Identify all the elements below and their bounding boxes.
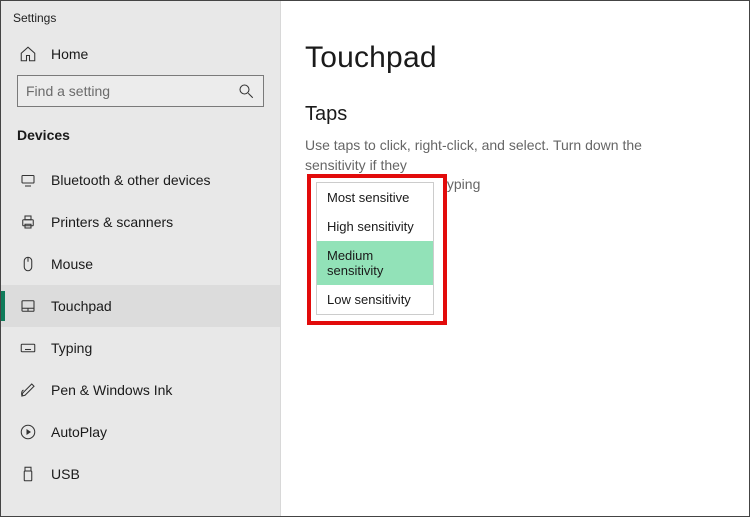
nav-label: Touchpad [51,298,112,314]
nav-label: Typing [51,340,92,356]
dropdown-option-low-sensitivity[interactable]: Low sensitivity [317,285,433,314]
nav-typing[interactable]: Typing [1,327,280,369]
pen-icon [19,381,37,399]
desc-trail: yping [447,176,480,192]
window-title: Settings [1,5,280,35]
bluetooth-icon [19,171,37,189]
mouse-icon [19,255,37,273]
nav-usb[interactable]: USB [1,453,280,495]
nav-label: USB [51,466,80,482]
dropdown-option-medium-sensitivity[interactable]: Medium sensitivity [317,241,433,285]
nav-label: Bluetooth & other devices [51,172,211,188]
dropdown-option-high-sensitivity[interactable]: High sensitivity [317,212,433,241]
nav-mouse[interactable]: Mouse [1,243,280,285]
search-container [1,75,280,121]
nav-pen[interactable]: Pen & Windows Ink [1,369,280,411]
keyboard-icon [19,339,37,357]
nav-touchpad[interactable]: Touchpad [1,285,280,327]
desc-line1: Use taps to click, right-click, and sele… [305,137,642,173]
nav-autoplay[interactable]: AutoPlay [1,411,280,453]
sensitivity-dropdown[interactable]: Most sensitive High sensitivity Medium s… [316,182,434,315]
settings-window: Settings Home Devices Bluetooth & other … [0,0,750,517]
home-nav[interactable]: Home [1,35,280,75]
nav-printers[interactable]: Printers & scanners [1,201,280,243]
category-header: Devices [1,121,280,159]
device-nav: Bluetooth & other devices Printers & sca… [1,159,280,495]
home-icon [19,45,37,63]
search-icon [237,82,255,100]
page-title: Touchpad [305,41,725,75]
touchpad-icon [19,297,37,315]
printer-icon [19,213,37,231]
sensitivity-dropdown-highlight: Most sensitive High sensitivity Medium s… [307,174,447,325]
nav-label: Mouse [51,256,93,272]
search-box[interactable] [17,75,264,107]
sidebar: Settings Home Devices Bluetooth & other … [1,1,281,516]
nav-label: Pen & Windows Ink [51,382,172,398]
nav-label: Printers & scanners [51,214,173,230]
search-input[interactable] [26,83,237,99]
section-taps-title: Taps [305,103,725,126]
nav-bluetooth[interactable]: Bluetooth & other devices [1,159,280,201]
nav-label: AutoPlay [51,424,107,440]
usb-icon [19,465,37,483]
home-label: Home [51,46,88,62]
dropdown-option-most-sensitive[interactable]: Most sensitive [317,183,433,212]
autoplay-icon [19,423,37,441]
